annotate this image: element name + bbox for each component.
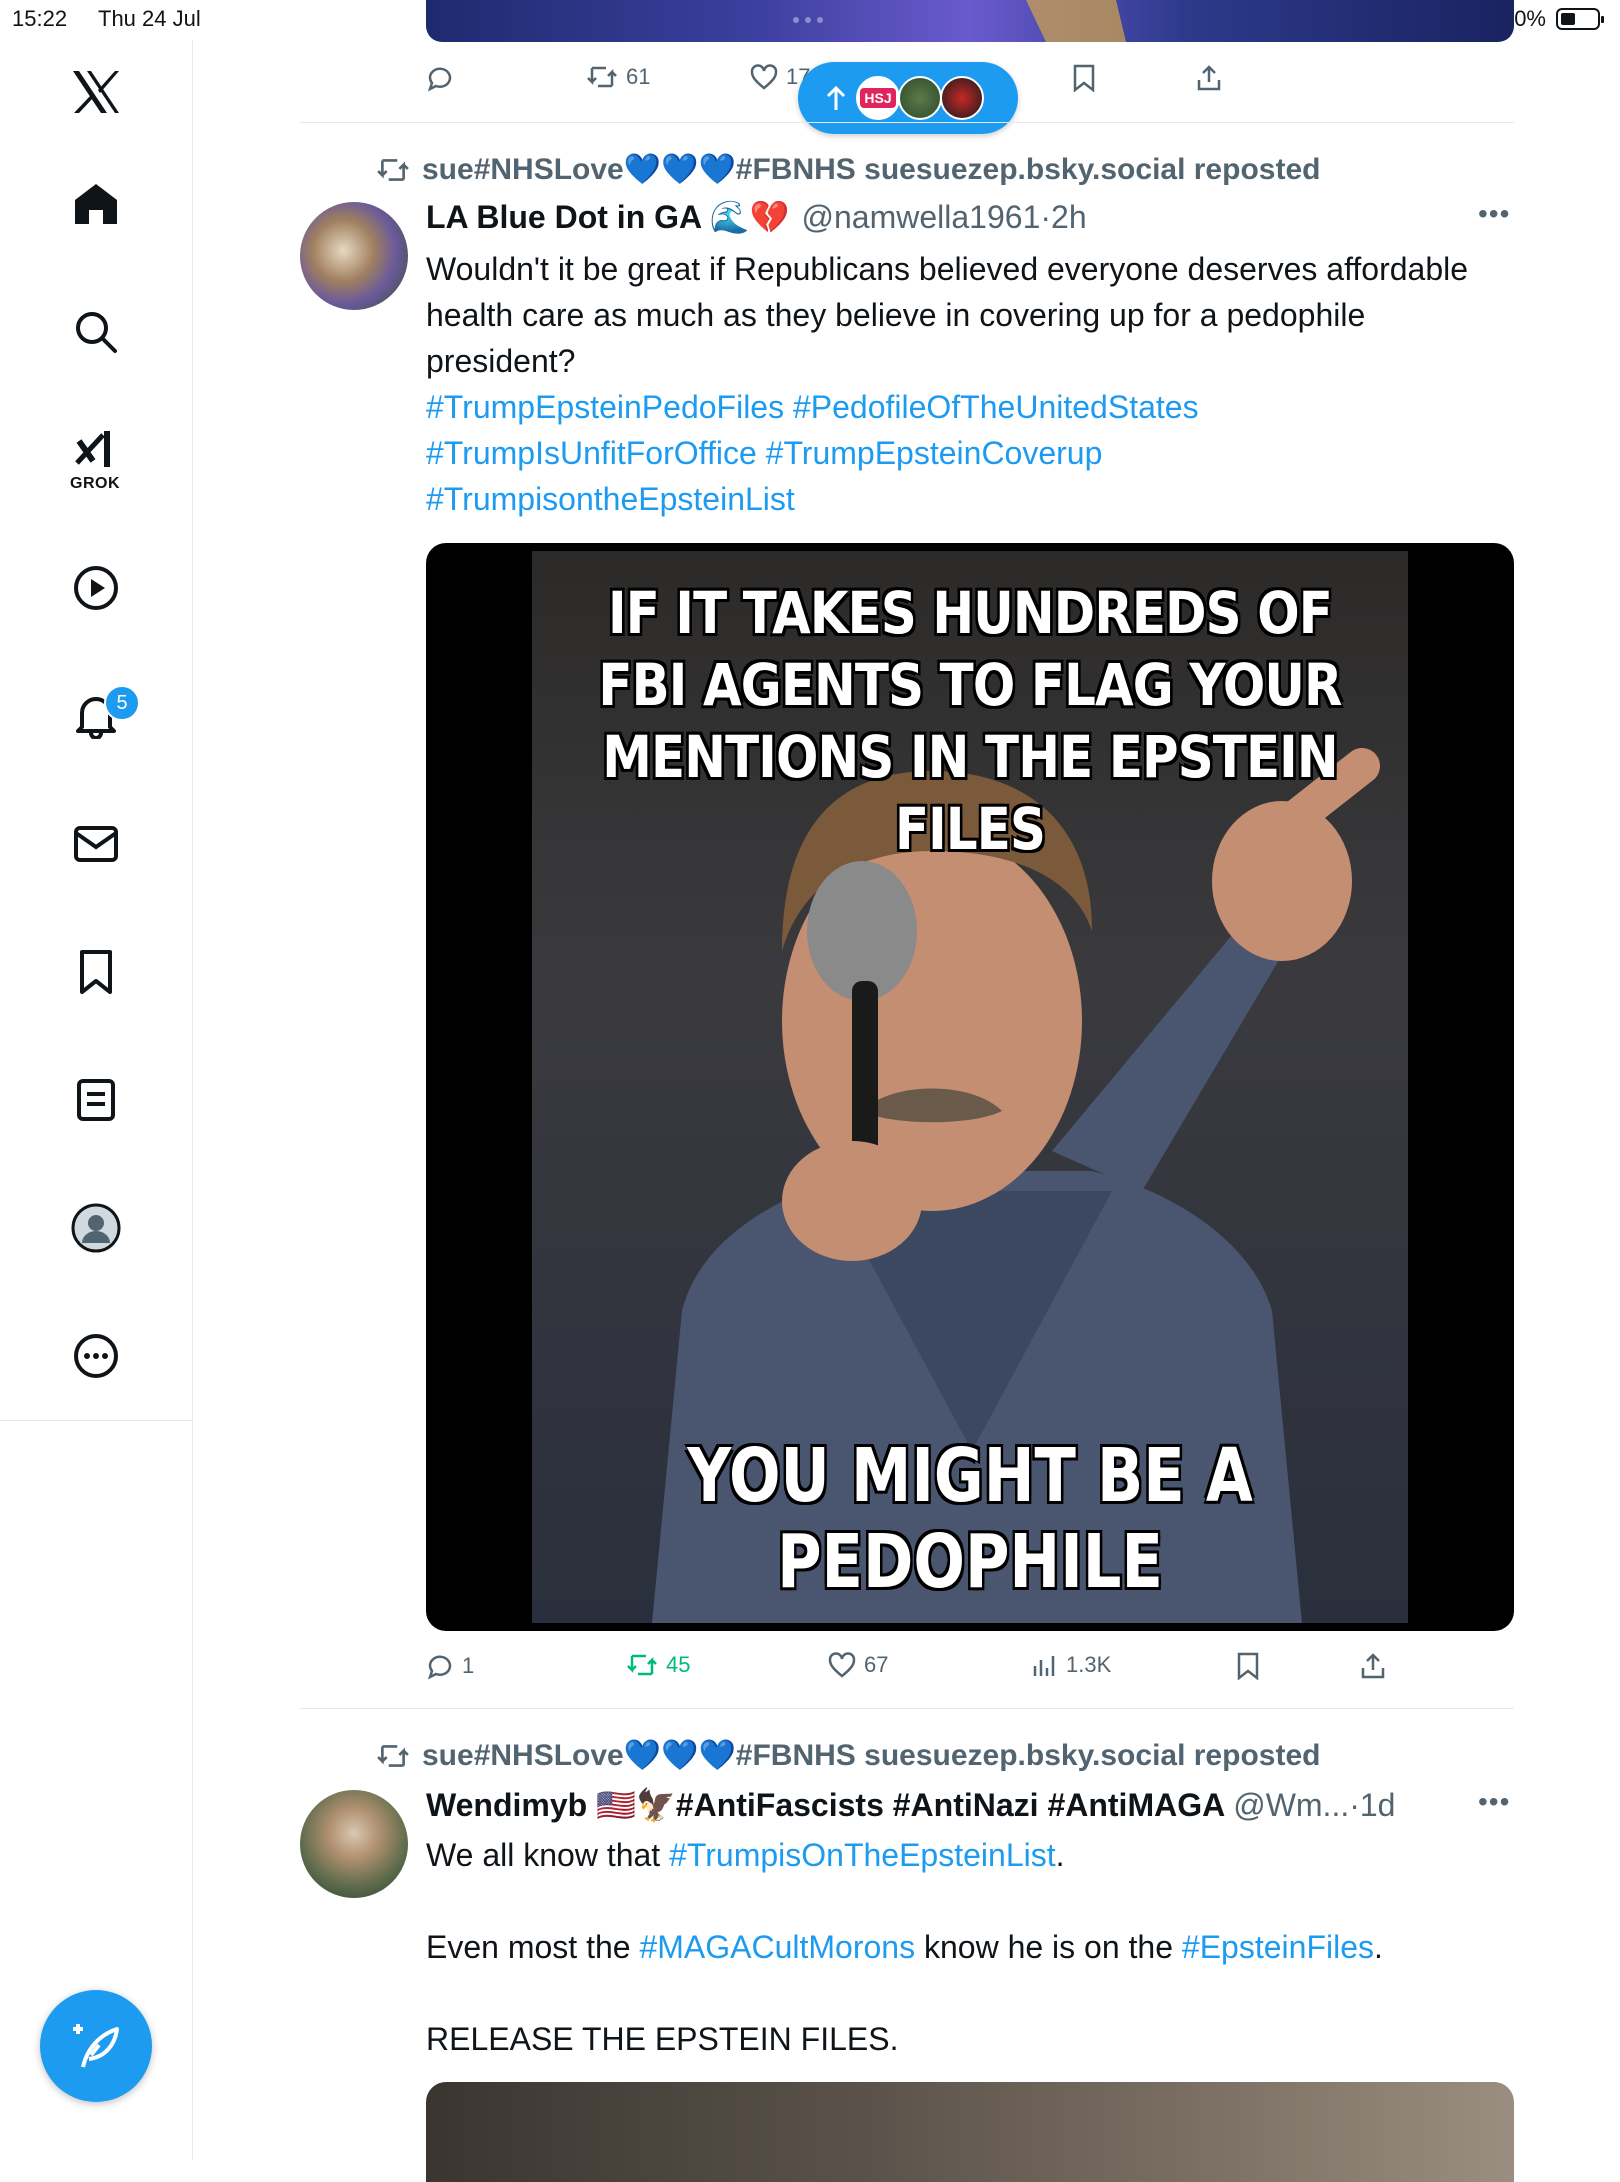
video-play-icon[interactable] [66,558,126,618]
lists-icon[interactable] [66,1070,126,1130]
messages-envelope-icon[interactable] [66,814,126,874]
post2-avatar[interactable] [300,1790,408,1898]
compose-button[interactable] [40,1990,152,2102]
grok-label: GROK [70,475,120,492]
post2-hashtag[interactable]: #TrumpisOnTheEpsteinList [669,1837,1056,1873]
post1-body: Wouldn't it be great if Republicans beli… [426,251,1469,379]
post1-hashtag[interactable]: #TrumpEpsteinPedoFiles [426,389,784,425]
sidebar-divider [0,1420,192,1421]
repost-icon [377,1744,409,1767]
post2-handle[interactable]: @Wm... [1233,1787,1349,1824]
prev-repost-count: 61 [626,64,651,89]
repost-icon [377,158,409,181]
repost-icon [627,1654,657,1676]
post1-bookmark-button[interactable] [1236,1652,1260,1680]
post1-avatar[interactable] [300,202,408,310]
profile-avatar-icon[interactable] [66,1198,126,1258]
reply-icon [427,67,452,92]
notification-count-badge: 5 [104,685,140,721]
post1-reply-button[interactable]: 1 [426,1652,474,1680]
bookmark-icon [1073,64,1095,92]
new-posts-pill[interactable]: HSJ [798,62,1018,134]
post1-repost-context[interactable]: sue#NHSLove💙💙💙#FBNHS suesuezep.bsky.soci… [376,152,1320,187]
status-date: Thu 24 Jul [98,6,201,31]
post-divider [300,1708,1514,1709]
arrow-up-icon [826,85,846,110]
bookmarks-icon[interactable] [66,942,126,1002]
post1-display-name[interactable]: LA Blue Dot in GA 🌊💔 [426,198,790,236]
post1-hashtag[interactable]: #TrumpisontheEpsteinList [426,481,795,517]
repost-icon [587,66,617,88]
post1-time[interactable]: 2h [1051,199,1087,236]
share-icon [1197,65,1221,91]
post1-like-count: 67 [864,1652,889,1677]
post1-repost-text: sue#NHSLove💙💙💙#FBNHS suesuezep.bsky.soci… [422,153,1321,186]
prev-reply-button[interactable] [426,64,454,92]
post2-repost-context[interactable]: sue#NHSLove💙💙💙#FBNHS suesuezep.bsky.soci… [376,1738,1320,1773]
more-circle-icon[interactable] [66,1326,126,1386]
reply-icon [427,1655,452,1680]
prev-bookmark-button[interactable] [1072,64,1096,92]
pill-avatar-3 [940,76,984,120]
post1-views-count: 1.3K [1066,1652,1112,1677]
grok-icon[interactable] [66,420,126,480]
pill-avatar-hsj: HSJ [856,76,900,120]
post2-repost-text: sue#NHSLove💙💙💙#FBNHS suesuezep.bsky.soci… [422,1739,1321,1772]
post1-text: Wouldn't it be great if Republicans beli… [426,246,1516,522]
post1-reply-count: 1 [462,1653,475,1678]
post2-header: Wendimyb 🇺🇸🦅#AntiFascists #AntiNazi #Ant… [426,1786,1396,1824]
post2-media[interactable] [426,2082,1514,2182]
post1-handle[interactable]: @namwella1961 [802,199,1041,236]
previous-post-image[interactable] [426,0,1514,42]
status-time: 15:22 [12,6,68,31]
post2-hashtag[interactable]: #EpsteinFiles [1182,1929,1374,1965]
post1-hashtag[interactable]: #TrumpIsUnfitForOffice [426,435,757,471]
meme-bottom-text: YOU MIGHT BE A PEDOPHILE [687,1433,1253,1605]
home-icon[interactable] [66,174,126,234]
post2-display-name[interactable]: Wendimyb 🇺🇸🦅#AntiFascists #AntiNazi #Ant… [426,1786,1225,1824]
post2-hashtag[interactable]: #MAGACultMorons [639,1929,915,1965]
post2-more-icon[interactable]: ••• [1478,1786,1510,1818]
post1-repost-count: 45 [666,1652,691,1677]
pill-avatar-2 [898,76,942,120]
post-divider [300,122,1514,123]
meme-image: IF IT TAKES HUNDREDS OF FBI AGENTS TO FL… [532,551,1408,1623]
post1-hashtag[interactable]: #TrumpEpsteinCoverup [766,435,1103,471]
post1-repost-button[interactable]: 45 [626,1652,690,1678]
x-logo-icon[interactable] [66,62,126,122]
post2-time[interactable]: 1d [1360,1787,1396,1824]
post1-views-button[interactable]: 1.3K [1032,1652,1111,1678]
post2-release-line: RELEASE THE EPSTEIN FILES. [426,2021,899,2057]
meme-top-text: IF IT TAKES HUNDREDS OF FBI AGENTS TO FL… [598,579,1342,863]
post1-more-icon[interactable]: ••• [1478,198,1510,230]
search-icon[interactable] [66,302,126,362]
prev-share-button[interactable] [1196,64,1222,92]
heart-icon [828,1652,856,1678]
share-icon [1361,1653,1385,1679]
post2-text: We all know that #TrumpisOnTheEpsteinLis… [426,1832,1516,2062]
post1-hashtag[interactable]: #PedofileOfTheUnitedStates [793,389,1199,425]
post1-header: LA Blue Dot in GA 🌊💔 @namwella1961 · 2h [426,198,1087,236]
battery-icon [1556,8,1604,30]
bookmark-icon [1237,1652,1259,1680]
post1-like-button[interactable]: 67 [828,1652,888,1678]
compose-feather-icon [73,2024,119,2068]
prev-repost-button[interactable]: 61 [586,64,650,90]
post1-media[interactable]: IF IT TAKES HUNDREDS OF FBI AGENTS TO FL… [426,543,1514,1631]
views-chart-icon [1033,1656,1055,1676]
heart-icon [750,64,778,90]
post1-share-button[interactable] [1360,1652,1386,1680]
